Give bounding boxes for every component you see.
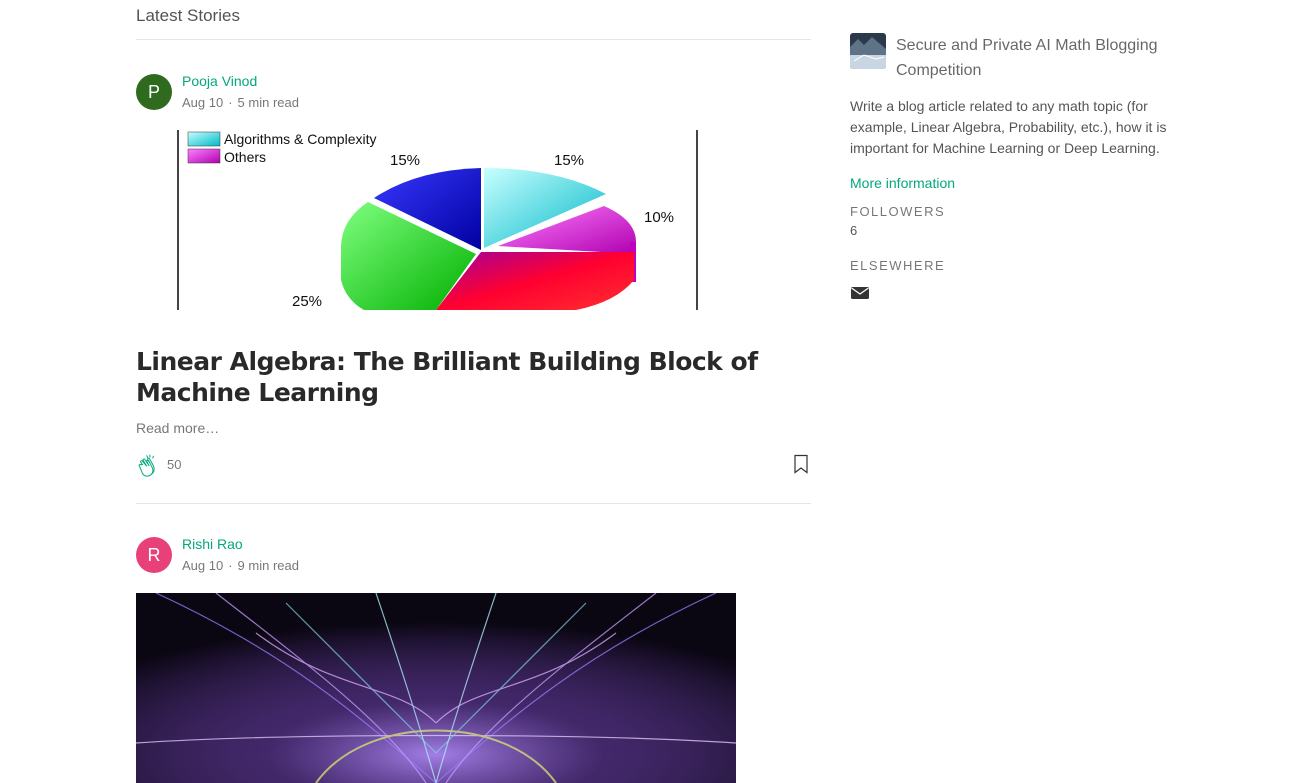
post-card: P Pooja Vinod Aug 10 · 5 min read Algori… bbox=[136, 40, 811, 504]
publication-header: Secure and Private AI Math Blogging Comp… bbox=[850, 33, 1170, 83]
meta-separator: · bbox=[228, 95, 233, 110]
legend-swatch-magenta bbox=[187, 148, 221, 164]
followers-label: Followers bbox=[850, 204, 946, 219]
slice-label: 15% bbox=[554, 152, 584, 169]
mail-icon[interactable] bbox=[850, 285, 870, 301]
post-meta: P Pooja Vinod Aug 10 · 5 min read bbox=[136, 71, 811, 113]
publication-description: Write a blog article related to any math… bbox=[850, 98, 1167, 156]
post-title[interactable]: Linear Algebra: The Brilliant Building B… bbox=[136, 346, 811, 408]
bookmark-icon[interactable] bbox=[791, 453, 811, 475]
post-date[interactable]: Aug 10 bbox=[182, 95, 223, 110]
author-block: Pooja Vinod Aug 10 · 5 min read bbox=[182, 71, 299, 113]
post-meta: R Rishi Rao Aug 10 · 9 min read bbox=[136, 534, 811, 576]
read-time: 9 min read bbox=[237, 558, 299, 573]
followers-count[interactable]: 6 bbox=[850, 223, 1170, 238]
pie-chart-image: Algorithms & Complexity Others 15% 15% 1… bbox=[177, 130, 698, 310]
legend-label: Algorithms & Complexity bbox=[224, 131, 377, 147]
post-image[interactable] bbox=[136, 593, 736, 783]
author-link[interactable]: Rishi Rao bbox=[182, 534, 299, 555]
meta-separator: · bbox=[228, 558, 233, 573]
post-card: R Rishi Rao Aug 10 · 9 min read bbox=[136, 504, 811, 783]
clap-icon[interactable] bbox=[136, 452, 161, 477]
legend-swatch-cyan bbox=[187, 131, 221, 147]
author-link[interactable]: Pooja Vinod bbox=[182, 71, 299, 92]
elsewhere-label: Elsewhere bbox=[850, 258, 946, 273]
section-title: Latest Stories bbox=[136, 0, 811, 40]
post-date[interactable]: Aug 10 bbox=[182, 558, 223, 573]
clap-group: 50 bbox=[136, 452, 181, 477]
avatar[interactable]: P bbox=[136, 74, 172, 110]
author-block: Rishi Rao Aug 10 · 9 min read bbox=[182, 534, 299, 576]
publication-name[interactable]: Secure and Private AI Math Blogging Comp… bbox=[896, 33, 1170, 83]
main-column: Latest Stories P Pooja Vinod Aug 10 · 5 mi… bbox=[136, 0, 811, 783]
publication-logo[interactable] bbox=[850, 33, 886, 69]
read-time: 5 min read bbox=[237, 95, 299, 110]
post-actions: 50 bbox=[136, 450, 811, 478]
slice-label: 15% bbox=[390, 152, 420, 169]
post-image[interactable]: Algorithms & Complexity Others 15% 15% 1… bbox=[136, 130, 811, 310]
slice-label: 10% bbox=[644, 209, 674, 226]
read-more-link[interactable]: Read more… bbox=[136, 420, 811, 436]
avatar[interactable]: R bbox=[136, 537, 172, 573]
slice-label: 25% bbox=[292, 293, 322, 310]
legend-label: Others bbox=[224, 149, 266, 165]
more-information-link[interactable]: More information bbox=[850, 175, 1170, 191]
clap-count[interactable]: 50 bbox=[167, 457, 181, 472]
fractal-image bbox=[136, 593, 736, 783]
sidebar: Secure and Private AI Math Blogging Comp… bbox=[850, 33, 1170, 306]
